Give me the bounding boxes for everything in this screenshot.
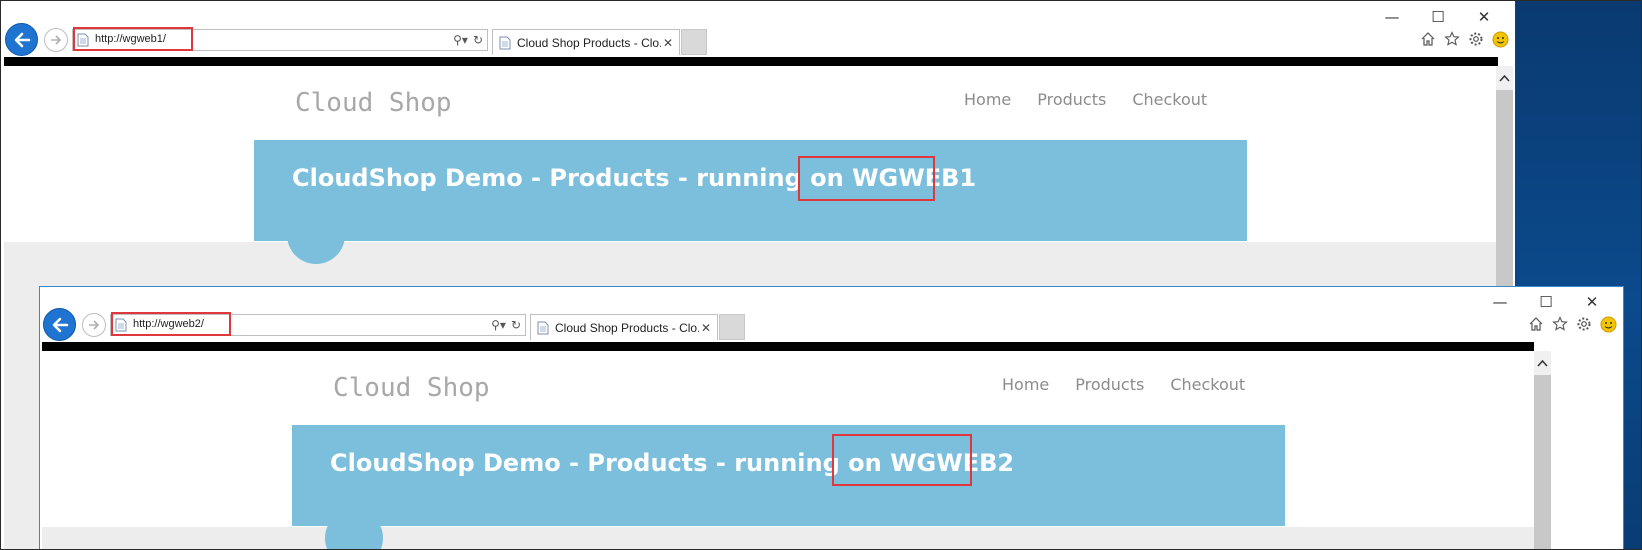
refresh-icon[interactable]: ↻ [511, 317, 521, 333]
window-controls: — ☐ ✕ [1369, 4, 1507, 30]
tab-cloud-shop-products[interactable]: Cloud Shop Products - Clo... ✕ [530, 314, 718, 340]
minimize-button[interactable]: — [1477, 289, 1523, 315]
host-name: WGWEB1 [852, 164, 977, 192]
scroll-up-button[interactable] [1534, 351, 1551, 375]
nav-home-link[interactable]: Home [964, 90, 1011, 109]
chevron-up-icon [1499, 74, 1510, 82]
scroll-up-button[interactable] [1496, 66, 1513, 90]
browser-tools [1527, 315, 1617, 333]
minimize-icon: — [1384, 8, 1400, 26]
site-nav: Home Products Checkout [964, 90, 1207, 109]
maximize-icon: ☐ [1539, 293, 1553, 311]
address-url[interactable]: http://wgweb1/ [95, 33, 166, 45]
hero-title-prefix: CloudShop Demo - Products - running on [292, 164, 844, 192]
browser-window-wgweb2: — ☐ ✕ http://wgweb2/ ⚲▾ ↻ Cloud Shop Pro… [39, 286, 1624, 550]
tab-close-button[interactable]: ✕ [661, 36, 675, 50]
home-icon [1529, 317, 1543, 331]
new-tab-button[interactable] [719, 314, 745, 340]
nav-products-link[interactable]: Products [1075, 375, 1144, 394]
tab-title: Cloud Shop Products - Clo... [555, 320, 699, 335]
back-button[interactable] [5, 23, 38, 56]
page-icon [77, 33, 89, 47]
smiley-icon [1600, 316, 1616, 332]
maximize-icon: ☐ [1431, 8, 1445, 26]
nav-home-link[interactable]: Home [1002, 375, 1049, 394]
address-bar[interactable]: http://wgweb1/ ⚲▾ ↻ [72, 27, 488, 51]
settings-button[interactable] [1575, 315, 1593, 333]
new-tab-button[interactable] [681, 29, 707, 55]
minimize-button[interactable]: — [1369, 4, 1415, 30]
hero-title-prefix: CloudShop Demo - Products - running on [330, 449, 882, 477]
tab-title: Cloud Shop Products - Clo... [517, 35, 661, 50]
site-logo[interactable]: Cloud Shop [295, 88, 452, 118]
settings-button[interactable] [1467, 30, 1485, 48]
close-window-button[interactable]: ✕ [1569, 289, 1615, 315]
chevron-up-icon [1537, 359, 1548, 367]
refresh-icon[interactable]: ↻ [473, 32, 483, 48]
feedback-button[interactable] [1491, 30, 1509, 48]
site-nav: Home Products Checkout [1002, 375, 1245, 394]
tab-cloud-shop-products[interactable]: Cloud Shop Products - Clo... ✕ [492, 29, 680, 55]
page-top-strip [4, 57, 1498, 66]
forward-button[interactable] [44, 28, 68, 52]
tab-close-button[interactable]: ✕ [699, 321, 713, 335]
feedback-button[interactable] [1599, 315, 1617, 333]
smiley-icon [1492, 31, 1508, 47]
window-controls: — ☐ ✕ [1477, 289, 1615, 315]
close-icon: ✕ [1477, 8, 1491, 26]
gear-icon [1469, 32, 1483, 46]
browser-toolbar: — ☐ ✕ http://wgweb1/ ⚲▾ ↻ Cloud Shop Pro… [2, 2, 1515, 58]
page-top-strip [42, 342, 1534, 351]
page-icon [499, 36, 511, 49]
browser-toolbar: — ☐ ✕ http://wgweb2/ ⚲▾ ↻ Cloud Shop Pro… [40, 287, 1623, 343]
minimize-icon: — [1492, 293, 1508, 311]
home-button[interactable] [1527, 315, 1545, 333]
search-icon[interactable]: ⚲▾ [491, 317, 506, 333]
address-url[interactable]: http://wgweb2/ [133, 318, 204, 330]
back-arrow-icon [14, 32, 30, 47]
star-icon [1552, 316, 1568, 331]
back-button[interactable] [43, 308, 76, 341]
vertical-scrollbar[interactable] [1534, 351, 1551, 550]
hero-title: CloudShop Demo - Products - running on W… [330, 449, 1014, 477]
forward-arrow-icon [51, 35, 62, 45]
maximize-button[interactable]: ☐ [1415, 4, 1461, 30]
search-icon[interactable]: ⚲▾ [453, 32, 468, 48]
favorites-button[interactable] [1551, 315, 1569, 333]
back-arrow-icon [52, 317, 68, 332]
page-icon [537, 321, 549, 334]
hero-banner: CloudShop Demo - Products - running on W… [254, 140, 1247, 241]
home-icon [1421, 32, 1435, 46]
gear-icon [1577, 317, 1591, 331]
forward-button[interactable] [82, 313, 106, 337]
star-icon [1444, 31, 1460, 46]
home-button[interactable] [1419, 30, 1437, 48]
maximize-button[interactable]: ☐ [1523, 289, 1569, 315]
nav-checkout-link[interactable]: Checkout [1132, 90, 1207, 109]
browser-tools [1419, 30, 1509, 48]
nav-checkout-link[interactable]: Checkout [1170, 375, 1245, 394]
close-window-button[interactable]: ✕ [1461, 4, 1507, 30]
page-icon [115, 318, 127, 332]
favorites-button[interactable] [1443, 30, 1461, 48]
host-name: WGWEB2 [890, 449, 1015, 477]
forward-arrow-icon [89, 320, 100, 330]
page-content: Cloud Shop Home Products Checkout CloudS… [42, 351, 1534, 550]
nav-products-link[interactable]: Products [1037, 90, 1106, 109]
address-bar[interactable]: http://wgweb2/ ⚲▾ ↻ [110, 312, 526, 336]
hero-banner: CloudShop Demo - Products - running on W… [292, 425, 1285, 526]
close-icon: ✕ [1585, 293, 1599, 311]
page-body-background [42, 527, 1534, 550]
site-logo[interactable]: Cloud Shop [333, 373, 490, 403]
hero-title: CloudShop Demo - Products - running on W… [292, 164, 976, 192]
